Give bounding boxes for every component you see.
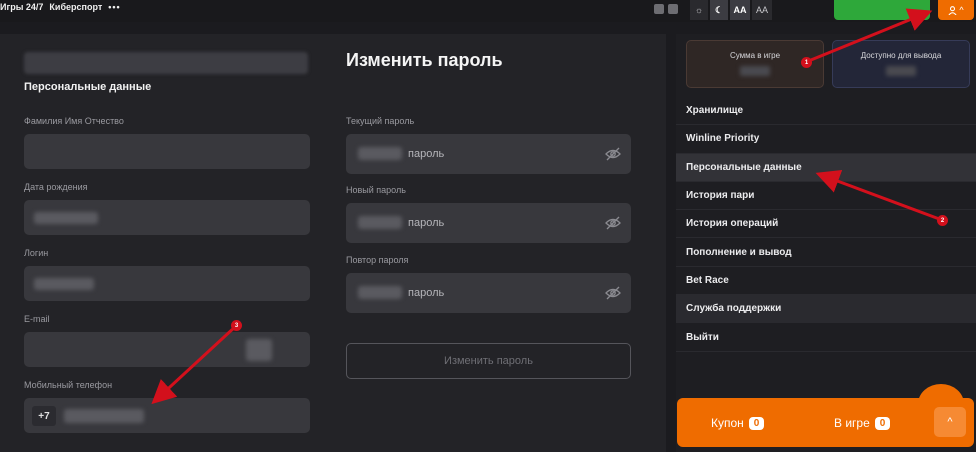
nav-games-247[interactable]: Игры 24/7 [0, 2, 43, 12]
coupon-tab[interactable]: Купон 0 [711, 416, 765, 430]
in-game-label: В игре [834, 416, 870, 430]
redacted-value [64, 409, 144, 423]
more-icon[interactable]: ••• [108, 2, 120, 12]
in-game-tab[interactable]: В игре 0 [834, 416, 891, 430]
repeat-password-placeholder: пароль [408, 287, 445, 299]
current-password-field[interactable]: пароль [346, 134, 631, 174]
repeat-password-label: Повтор пароля [346, 255, 409, 265]
personal-data-title: Персональные данные [24, 81, 152, 93]
top-nav: Игры 24/7 Киберспорт ••• [0, 2, 121, 12]
fio-field[interactable] [24, 134, 310, 169]
apple-icon[interactable] [668, 4, 678, 14]
coupon-bar[interactable]: Купон 0 В игре 0 ^ [677, 398, 974, 447]
available-balance-label: Доступно для вывода [860, 51, 942, 60]
menu-item-support[interactable]: Служба поддержки [676, 295, 976, 324]
new-password-field[interactable]: пароль [346, 203, 631, 243]
annotation-number-1: 1 [801, 57, 812, 68]
redacted-value [358, 147, 402, 160]
phone-prefix: +7 [32, 406, 56, 426]
sun-icon[interactable]: ☼ [690, 0, 708, 20]
new-password-placeholder: пароль [408, 217, 445, 229]
redacted-value [34, 278, 94, 290]
menu-item-logout[interactable]: Выйти [676, 323, 976, 352]
available-balance-card: Доступно для вывода [832, 40, 970, 88]
account-menu: Хранилище Winline Priority Персональные … [676, 97, 976, 352]
change-password-button[interactable]: Изменить пароль [346, 343, 631, 379]
redacted-value [886, 66, 916, 76]
menu-item-bet-history[interactable]: История пари [676, 182, 976, 211]
display-settings: ☼ ☾ AA AA [690, 0, 772, 20]
coupon-label: Купон [711, 416, 744, 430]
phone-field[interactable]: +7 [24, 398, 310, 433]
redacted-value [358, 286, 402, 299]
dob-label: Дата рождения [24, 182, 88, 192]
login-label: Логин [24, 248, 49, 258]
change-password-title: Изменить пароль [346, 50, 503, 70]
font-size-small-button[interactable]: AA [752, 0, 772, 20]
in-game-count-badge: 0 [874, 416, 891, 430]
login-field[interactable] [24, 266, 310, 301]
menu-item-deposit-withdraw[interactable]: Пополнение и вывод [676, 238, 976, 267]
current-password-placeholder: пароль [408, 148, 445, 160]
redacted-value [358, 216, 402, 229]
chevron-up-icon: ^ [959, 5, 964, 15]
phone-label: Мобильный телефон [24, 380, 113, 390]
current-password-label: Текущий пароль [346, 116, 415, 126]
font-size-large-button[interactable]: AA [730, 0, 750, 20]
moon-icon[interactable]: ☾ [710, 0, 728, 20]
fio-label: Фамилия Имя Отчество [24, 116, 124, 126]
eye-off-icon[interactable] [605, 147, 621, 161]
android-icon[interactable] [654, 4, 664, 14]
dob-field[interactable] [24, 200, 310, 235]
menu-item-storage[interactable]: Хранилище [676, 97, 976, 126]
deposit-button[interactable] [834, 0, 930, 20]
new-password-label: Новый пароль [346, 185, 406, 195]
eye-off-icon[interactable] [605, 216, 621, 230]
annotation-number-2: 2 [937, 215, 948, 226]
profile-panel: Персональные данные Фамилия Имя Отчество… [0, 34, 666, 452]
email-field[interactable] [24, 332, 310, 367]
menu-item-personal-data[interactable]: Персональные данные [676, 153, 976, 182]
redacted-value [34, 212, 98, 224]
eye-off-icon[interactable] [605, 286, 621, 300]
menu-item-bet-race[interactable]: Bet Race [676, 267, 976, 296]
menu-item-winline-priority[interactable]: Winline Priority [676, 125, 976, 154]
nav-esports[interactable]: Киберспорт [49, 2, 102, 12]
top-bar: Игры 24/7 Киберспорт ••• ☼ ☾ AA AA ^ [0, 0, 976, 22]
chevron-up-icon[interactable]: ^ [934, 407, 966, 437]
redacted-header [24, 52, 308, 74]
email-label: E-mail [24, 314, 50, 324]
repeat-password-field[interactable]: пароль [346, 273, 631, 313]
coupon-count-badge: 0 [748, 416, 765, 430]
annotation-number-3: 3 [231, 320, 242, 331]
redacted-value [740, 66, 770, 76]
menu-item-operations-history[interactable]: История операций [676, 210, 976, 239]
redacted-value [246, 339, 272, 361]
user-menu-button[interactable]: ^ [938, 0, 974, 20]
user-icon [948, 5, 957, 15]
app-icons [654, 4, 678, 14]
